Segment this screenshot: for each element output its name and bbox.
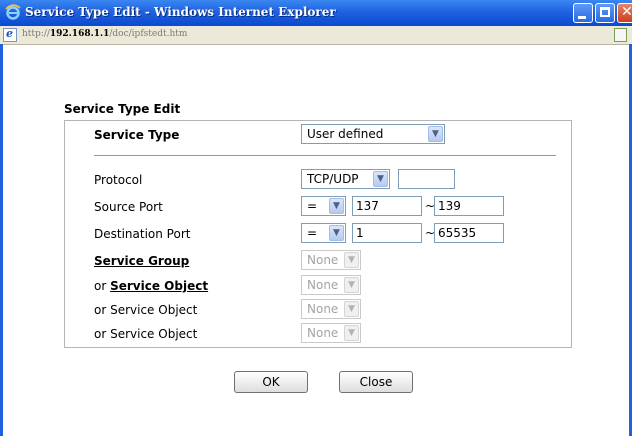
destination-port-start-input[interactable]: 1 — [352, 223, 422, 243]
title-bar: Service Type Edit - Windows Internet Exp… — [0, 0, 632, 26]
protocol-select[interactable]: TCP/UDP ▼ — [301, 169, 390, 189]
service-object-2-select[interactable]: None ▼ — [301, 299, 361, 319]
window-title: Service Type Edit - Windows Internet Exp… — [25, 5, 336, 19]
protocol-number-input[interactable] — [398, 169, 455, 189]
chevron-down-icon: ▼ — [344, 252, 359, 268]
chevron-down-icon: ▼ — [373, 171, 388, 187]
ie-icon — [5, 4, 21, 20]
chevron-down-icon: ▼ — [329, 225, 344, 241]
address-bar: e http://192.168.1.1/doc/ipfstedt.htm — [0, 26, 632, 45]
window-frame-left — [0, 44, 3, 436]
minimize-button[interactable] — [573, 3, 593, 23]
service-object-link[interactable]: Service Object — [110, 279, 208, 293]
source-port-operator-select[interactable]: = ▼ — [301, 196, 346, 216]
service-type-label: Service Type — [94, 128, 180, 142]
divider — [94, 155, 556, 156]
source-port-start-input[interactable]: 137 — [352, 196, 422, 216]
destination-port-end-input[interactable]: 65535 — [434, 223, 504, 243]
close-window-button[interactable]: ✕ — [617, 3, 632, 23]
ok-button[interactable]: OK — [234, 371, 308, 393]
section-title: Service Type Edit — [64, 102, 181, 116]
service-type-value: User defined — [307, 127, 384, 141]
chevron-down-icon: ▼ — [428, 126, 443, 142]
close-button[interactable]: Close — [339, 371, 413, 393]
protocol-label: Protocol — [94, 173, 143, 187]
close-icon: ✕ — [621, 4, 632, 20]
chevron-down-icon: ▼ — [344, 301, 359, 317]
service-object-3-label: or Service Object — [94, 327, 198, 341]
service-object-3-select[interactable]: None ▼ — [301, 323, 361, 343]
ie-page-icon: e — [3, 27, 17, 42]
chevron-down-icon: ▼ — [329, 198, 344, 214]
service-group-link[interactable]: Service Group — [94, 254, 189, 268]
page-status-icon[interactable] — [614, 28, 627, 42]
service-object-1-select[interactable]: None ▼ — [301, 275, 361, 295]
service-object-1-label: or Service Object — [94, 279, 209, 293]
destination-port-operator-select[interactable]: = ▼ — [301, 223, 346, 243]
destination-port-label: Destination Port — [94, 227, 191, 241]
service-group-select[interactable]: None ▼ — [301, 250, 361, 270]
service-type-select[interactable]: User defined ▼ — [301, 124, 445, 144]
chevron-down-icon: ▼ — [344, 325, 359, 341]
service-object-2-label: or Service Object — [94, 303, 198, 317]
source-port-end-input[interactable]: 139 — [434, 196, 504, 216]
url-text[interactable]: http://192.168.1.1/doc/ipfstedt.htm — [22, 29, 187, 39]
maximize-button[interactable] — [595, 3, 615, 23]
chevron-down-icon: ▼ — [344, 277, 359, 293]
protocol-value: TCP/UDP — [307, 172, 359, 186]
source-port-label: Source Port — [94, 200, 163, 214]
